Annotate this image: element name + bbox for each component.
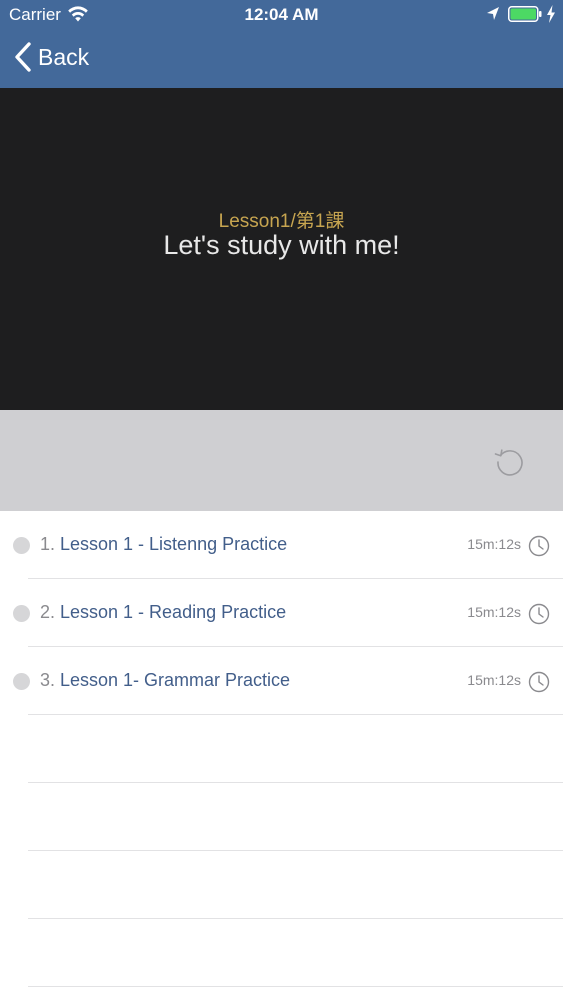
lesson-duration: 15m:12s [467,536,521,552]
lesson-number: 3. [40,670,56,690]
lesson-row[interactable]: 2. Lesson 1 - Reading Practice 15m:12s [0,579,563,647]
lesson-row[interactable]: 1. Lesson 1 - Listenng Practice 15m:12s [0,511,563,579]
playback-controls [0,410,563,511]
lesson-number: 2. [40,602,56,622]
video-player[interactable]: Lesson1/第1課 Let's study with me! [0,88,563,410]
status-dot-icon [13,605,30,622]
lesson-duration: 15m:12s [467,672,521,688]
lesson-list: 1. Lesson 1 - Listenng Practice 15m:12s … [0,511,563,987]
empty-row [0,919,563,987]
lesson-number: 1. [40,534,56,554]
status-dot-icon [13,673,30,690]
battery-icon [508,6,542,22]
back-label: Back [38,43,90,70]
replay-icon[interactable] [492,445,526,479]
chevron-left-icon [15,42,31,72]
video-title: Let's study with me! [163,230,400,260]
location-icon [487,7,499,20]
status-bar: Carrier 12:04 AM [0,0,563,30]
clock-icon [528,603,550,625]
row-divider [28,986,563,987]
status-dot-icon [13,537,30,554]
lesson-title: Lesson 1- Grammar Practice [60,670,291,690]
lesson-row[interactable]: 3. Lesson 1- Grammar Practice 15m:12s [0,647,563,715]
status-time: 12:04 AM [244,5,319,24]
back-button[interactable]: Back [14,40,89,74]
lesson-title: Lesson 1 - Reading Practice [60,602,287,622]
empty-row [0,715,563,783]
lesson-duration: 15m:12s [467,604,521,620]
charging-icon [547,5,555,23]
empty-row [0,851,563,919]
nav-header: Carrier 12:04 AM Back [0,0,563,88]
clock-icon [528,671,550,693]
empty-row [0,783,563,851]
clock-icon [528,535,550,557]
lesson-title: Lesson 1 - Listenng Practice [60,534,288,554]
video-subtitle: Lesson1/第1課 [218,211,345,232]
